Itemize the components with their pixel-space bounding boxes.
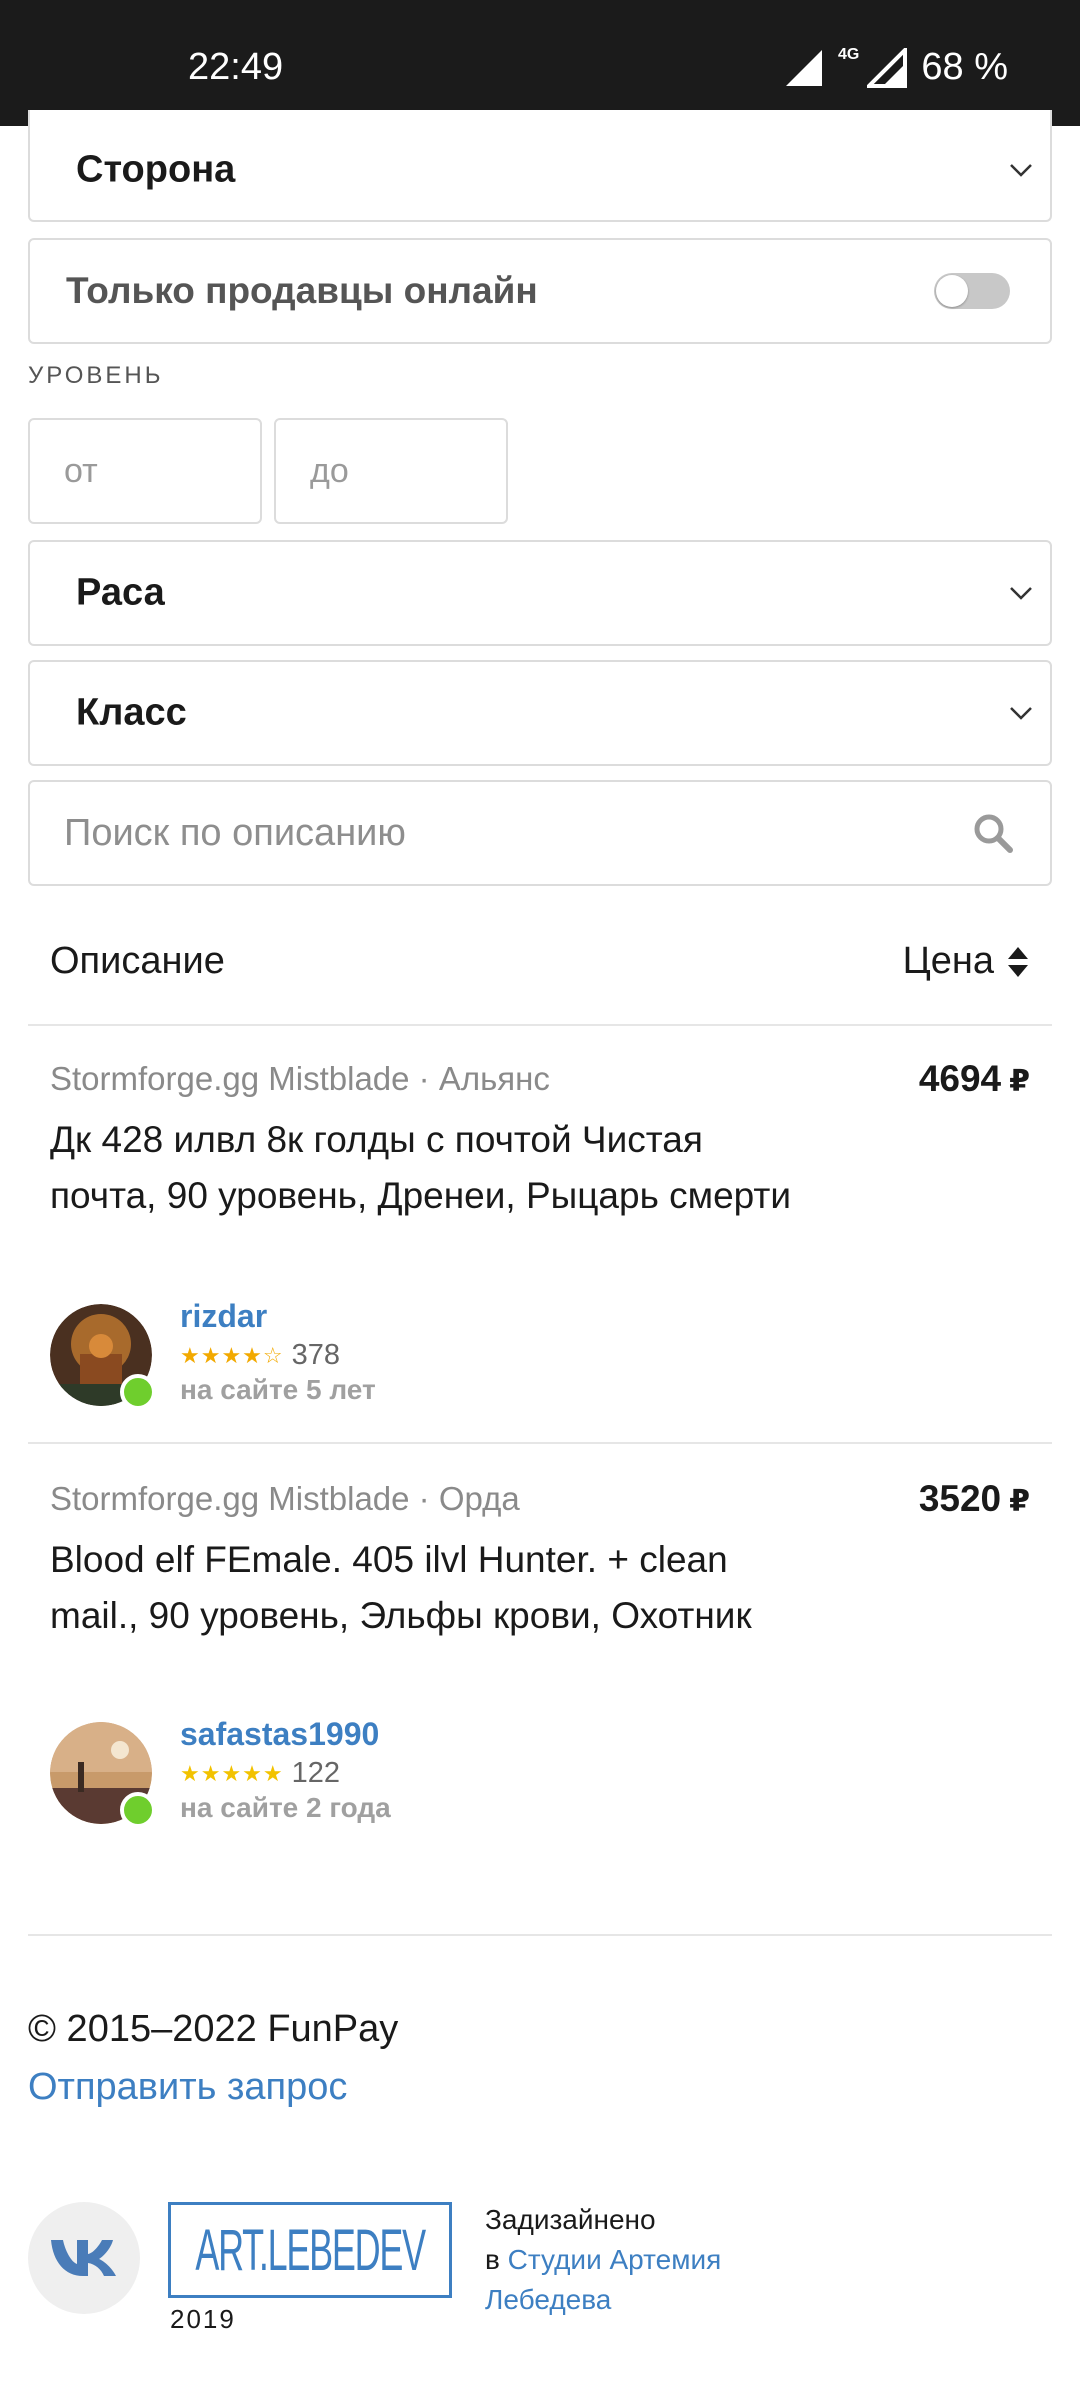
artlebedev-logo-text: ART.LEBEDEV — [195, 2217, 426, 2283]
avatar[interactable] — [50, 1304, 156, 1410]
search-icon[interactable] — [972, 812, 1014, 854]
online-sellers-toggle[interactable] — [934, 273, 1010, 309]
chevron-down-icon — [1010, 707, 1032, 720]
signal-icon — [786, 49, 823, 86]
price-value: 3520 — [918, 1478, 1002, 1519]
level-to-input[interactable] — [274, 418, 508, 524]
side-select-label: Сторона — [76, 148, 236, 191]
copyright: © 2015–2022 FunPay — [28, 2008, 399, 2050]
vk-icon — [51, 2240, 116, 2276]
level-label: УРОВЕНЬ — [28, 362, 164, 389]
seller-name[interactable]: rizdar — [180, 1298, 376, 1335]
network-type: 4G — [838, 46, 860, 63]
column-header-description: Описание — [50, 940, 225, 982]
artlebedev-logo[interactable]: ART.LEBEDEV — [168, 2202, 452, 2298]
seller-name[interactable]: safastas1990 — [180, 1716, 391, 1753]
designed-by: Задизайнено в Студии Артемия Лебедева — [485, 2200, 785, 2320]
chevron-down-icon — [1010, 587, 1032, 600]
offer-item[interactable]: Stormforge.gg Mistblade · Орда 3520 ₽ Blo… — [0, 1478, 1080, 1860]
seller-rating: ★★★★☆ 378 — [180, 1339, 376, 1372]
avatar[interactable] — [50, 1722, 156, 1828]
currency-symbol: ₽ — [1009, 1065, 1030, 1098]
chevron-down-icon — [1010, 164, 1032, 177]
seller-info: rizdar ★★★★☆ 378 на сайте 5 лет — [180, 1298, 376, 1406]
review-count: 378 — [291, 1339, 341, 1371]
race-select[interactable]: Раса — [28, 540, 1052, 646]
description-search[interactable] — [28, 780, 1052, 886]
offer-title[interactable]: Blood elf FEmale. 405 ilvl Hunter. + cle… — [50, 1532, 810, 1644]
offer-price: 3520 ₽ — [919, 1478, 1030, 1520]
sort-icon[interactable] — [1006, 945, 1030, 979]
currency-symbol: ₽ — [1009, 1485, 1030, 1518]
rating-stars: ★★★★☆ — [180, 1342, 284, 1368]
status-icons: 4G 68 % — [784, 46, 1008, 89]
battery-level: 68 % — [921, 46, 1008, 88]
online-sellers-filter[interactable]: Только продавцы онлайн — [28, 238, 1052, 344]
offer-item[interactable]: Stormforge.gg Mistblade · Альянс 4694 ₽ Д… — [0, 1058, 1080, 1440]
online-sellers-label: Только продавцы онлайн — [66, 270, 538, 311]
column-header-price[interactable]: Цена — [903, 940, 1030, 983]
class-select-label: Класс — [76, 691, 187, 734]
signal-icon-2 — [867, 47, 908, 88]
designed-prefix: Задизайнено — [485, 2204, 656, 2235]
seller-info: safastas1990 ★★★★★ 122 на сайте 2 года — [180, 1716, 391, 1824]
divider — [28, 1024, 1052, 1026]
artlebedev-year: 2019 — [170, 2304, 236, 2334]
toggle-knob — [936, 275, 968, 307]
class-select[interactable]: Класс — [28, 660, 1052, 766]
status-time: 22:49 — [188, 46, 284, 88]
offer-title[interactable]: Дк 428 илвл 8к голды с почтой Чистая поч… — [50, 1112, 810, 1224]
seller-rating: ★★★★★ 122 — [180, 1757, 391, 1790]
status-bar: 22:49 4G 68 % — [0, 0, 1080, 126]
footer-divider — [28, 1934, 1052, 1936]
rating-stars: ★★★★★ — [180, 1760, 284, 1786]
divider — [28, 1442, 1052, 1444]
level-from-input[interactable] — [28, 418, 262, 524]
offer-price: 4694 ₽ — [919, 1058, 1030, 1100]
online-indicator — [120, 1374, 156, 1410]
seller-on-site: на сайте 5 лет — [180, 1374, 376, 1405]
offer-server: Stormforge.gg Mistblade · Орда — [50, 1480, 520, 1517]
side-select[interactable]: Сторона — [28, 110, 1052, 222]
review-count: 122 — [291, 1757, 341, 1789]
online-indicator — [120, 1792, 156, 1828]
vk-button[interactable] — [28, 2202, 140, 2314]
price-header-label: Цена — [902, 940, 994, 982]
price-value: 4694 — [918, 1058, 1002, 1099]
offer-server: Stormforge.gg Mistblade · Альянс — [50, 1060, 550, 1097]
search-input[interactable] — [64, 782, 964, 884]
race-select-label: Раса — [76, 571, 165, 614]
studio-link[interactable]: Студии Артемия Лебедева — [485, 2244, 721, 2315]
send-request-link[interactable]: Отправить запрос — [28, 2066, 347, 2109]
designed-in: в — [485, 2244, 500, 2275]
seller-on-site: на сайте 2 года — [180, 1792, 391, 1823]
